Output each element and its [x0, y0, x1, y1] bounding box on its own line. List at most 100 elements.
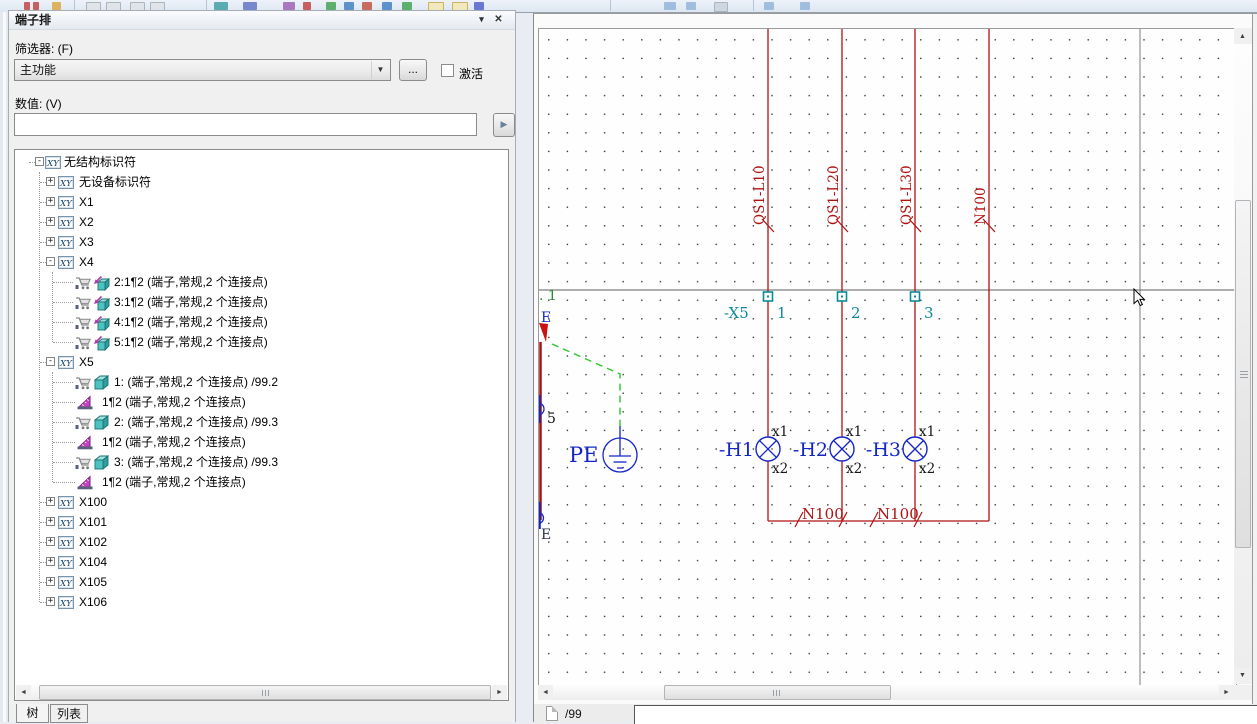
potential-label: N100 [973, 187, 989, 225]
page-tab-label: /99 [565, 707, 582, 721]
active-checkbox[interactable] [441, 64, 454, 77]
expand-icon[interactable]: + [46, 497, 55, 506]
value-input[interactable] [14, 113, 477, 136]
tree-item-label: X102 [79, 532, 107, 552]
tree-item[interactable]: +XYX2 [15, 212, 508, 232]
expand-icon[interactable]: + [46, 557, 55, 566]
expand-icon[interactable]: + [46, 237, 55, 246]
tree-item[interactable]: +XYX106 [15, 592, 508, 612]
scroll-up-icon[interactable]: ▲ [1235, 29, 1250, 44]
panel-close-icon[interactable]: ✕ [491, 12, 506, 27]
tree-item[interactable]: 1¶2 (端子,常规,2 个连接点) [15, 392, 508, 412]
expand-icon[interactable]: + [46, 597, 55, 606]
scroll-left-icon[interactable]: ◄ [16, 685, 31, 700]
scroll-left-icon[interactable]: ◄ [538, 685, 553, 700]
page-icon [546, 706, 558, 721]
tree-item[interactable]: 2:1¶2 (端子,常规,2 个连接点) [15, 272, 508, 292]
collapse-icon[interactable]: - [46, 257, 55, 266]
page-tab[interactable]: /99 [536, 704, 582, 723]
tree-item[interactable]: +XYX1 [15, 192, 508, 212]
scroll-right-icon[interactable]: ► [492, 685, 507, 700]
tree-item[interactable]: 2: (端子,常规,2 个连接点) /99.3 [15, 412, 508, 432]
tree-item-label: 无设备标识符 [79, 172, 151, 192]
tree-item[interactable]: -XY无结构标识符 [15, 152, 508, 172]
tab-list[interactable]: 列表 [50, 704, 88, 723]
expand-icon[interactable]: + [46, 517, 55, 526]
terminal-number: 1 [777, 304, 787, 322]
panel-menu-icon[interactable]: ▾ [474, 12, 489, 27]
schematic-canvas[interactable]: QS1-L10QS1-L20QS1-L30N100N100N100-X5123-… [538, 28, 1237, 686]
toolbar-icon-fragment [303, 2, 311, 10]
tree-item[interactable]: -XYX4 [15, 252, 508, 272]
schematic-viewport: QS1-L10QS1-L20QS1-L30N100N100N100-X5123-… [533, 13, 1257, 722]
tree-item[interactable]: 1¶2 (端子,常规,2 个连接点) [15, 472, 508, 492]
tree-item[interactable]: +XYX104 [15, 552, 508, 572]
tree-item[interactable]: 5:1¶2 (端子,常规,2 个连接点) [15, 332, 508, 352]
xy-structure-icon: XY [58, 595, 74, 615]
scrollbar-thumb[interactable] [1235, 200, 1251, 548]
toolbar-icon-fragment [362, 2, 372, 10]
collapse-icon[interactable]: - [35, 157, 44, 166]
panel-title: 端子排 [15, 13, 51, 27]
toolbar-icon-fragment [800, 2, 810, 10]
tree-item-label: 1¶2 (端子,常规,2 个连接点) [102, 432, 246, 452]
toolbar-icon-fragment [24, 2, 30, 10]
tree-item[interactable]: +XY无设备标识符 [15, 172, 508, 192]
panel-title-bar[interactable]: 端子排 ▾ ✕ [9, 11, 515, 30]
expand-icon[interactable]: + [46, 537, 55, 546]
tree-item-label: 2:1¶2 (端子,常规,2 个连接点) [114, 272, 268, 292]
terminal-point-dot [841, 296, 843, 298]
expand-icon[interactable]: + [46, 197, 55, 206]
tree-item[interactable]: + XY X105 [15, 572, 508, 592]
tree-item[interactable]: 1: (端子,常规,2 个连接点) /99.2 [15, 372, 508, 392]
toolbar-icon-fragment [402, 2, 412, 10]
tree-item[interactable]: 3:1¶2 (端子,常规,2 个连接点) [15, 292, 508, 312]
tree-item[interactable]: +XYX102 [15, 532, 508, 552]
tree-item-label: 3: (端子,常规,2 个连接点) /99.3 [114, 452, 278, 472]
svg-text:XY: XY [59, 359, 73, 369]
terminal-point-dot [767, 296, 769, 298]
filter-combobox[interactable]: 主功能 ▼ [14, 59, 391, 81]
tree-item[interactable]: +XYX3 [15, 232, 508, 252]
horizontal-scrollbar[interactable]: ◄ ► [538, 685, 1234, 700]
scroll-right-icon[interactable]: ► [1219, 685, 1234, 700]
apply-filter-button[interactable]: ▶ [493, 113, 515, 137]
scrollbar-thumb[interactable] [39, 685, 491, 700]
scroll-down-icon[interactable]: ▼ [1235, 668, 1250, 683]
tree-item[interactable]: -XYX5 [15, 352, 508, 372]
toolbar-icon-fragment [326, 2, 336, 10]
device-tag: -H1 [719, 439, 754, 461]
clipped-text-fragment: 5 [547, 411, 556, 427]
svg-text:XY: XY [59, 199, 73, 209]
grid-dots [539, 29, 1236, 685]
tab-tree[interactable]: 树 [16, 704, 49, 723]
expand-icon[interactable]: + [46, 217, 55, 226]
toolbar-icon-fragment [764, 2, 774, 10]
collapse-icon[interactable]: - [46, 357, 55, 366]
chevron-down-icon[interactable]: ▼ [371, 61, 389, 79]
tree-item[interactable]: 1¶2 (端子,常规,2 个连接点) [15, 432, 508, 452]
svg-text:XY: XY [59, 579, 73, 589]
expand-icon[interactable]: + [46, 177, 55, 186]
tree-item[interactable]: 4:1¶2 (端子,常规,2 个连接点) [15, 312, 508, 332]
scrollbar-thumb[interactable] [664, 685, 891, 700]
toolbar-icon-fragment [33, 2, 39, 10]
tree-item[interactable]: 3: (端子,常规,2 个连接点) /99.3 [15, 452, 508, 472]
tree-item[interactable]: +XYX100 [15, 492, 508, 512]
toolbar-icon-fragment [344, 2, 354, 10]
terminal-strip-label: -X5 [724, 304, 749, 322]
tree-item[interactable]: +XYX101 [15, 512, 508, 532]
vertical-scrollbar[interactable]: ▲ ▼ [1234, 28, 1252, 684]
browse-button[interactable]: ... [399, 59, 427, 81]
pin-label: x2 [772, 461, 788, 477]
tree-horizontal-scrollbar[interactable]: ◄ ► [16, 685, 507, 700]
tree-item-label: X105 [79, 572, 107, 592]
potential-label: QS1-L10 [752, 165, 768, 225]
toolbar-separator [753, 0, 754, 11]
tree-guide-line [39, 172, 40, 602]
clipped-text-fragment: E [541, 527, 551, 543]
pin-label: x1 [919, 424, 935, 440]
expand-icon[interactable]: + [46, 577, 55, 586]
net-label: N100 [877, 505, 919, 523]
clipped-text-fragment: . 1 [539, 288, 557, 304]
